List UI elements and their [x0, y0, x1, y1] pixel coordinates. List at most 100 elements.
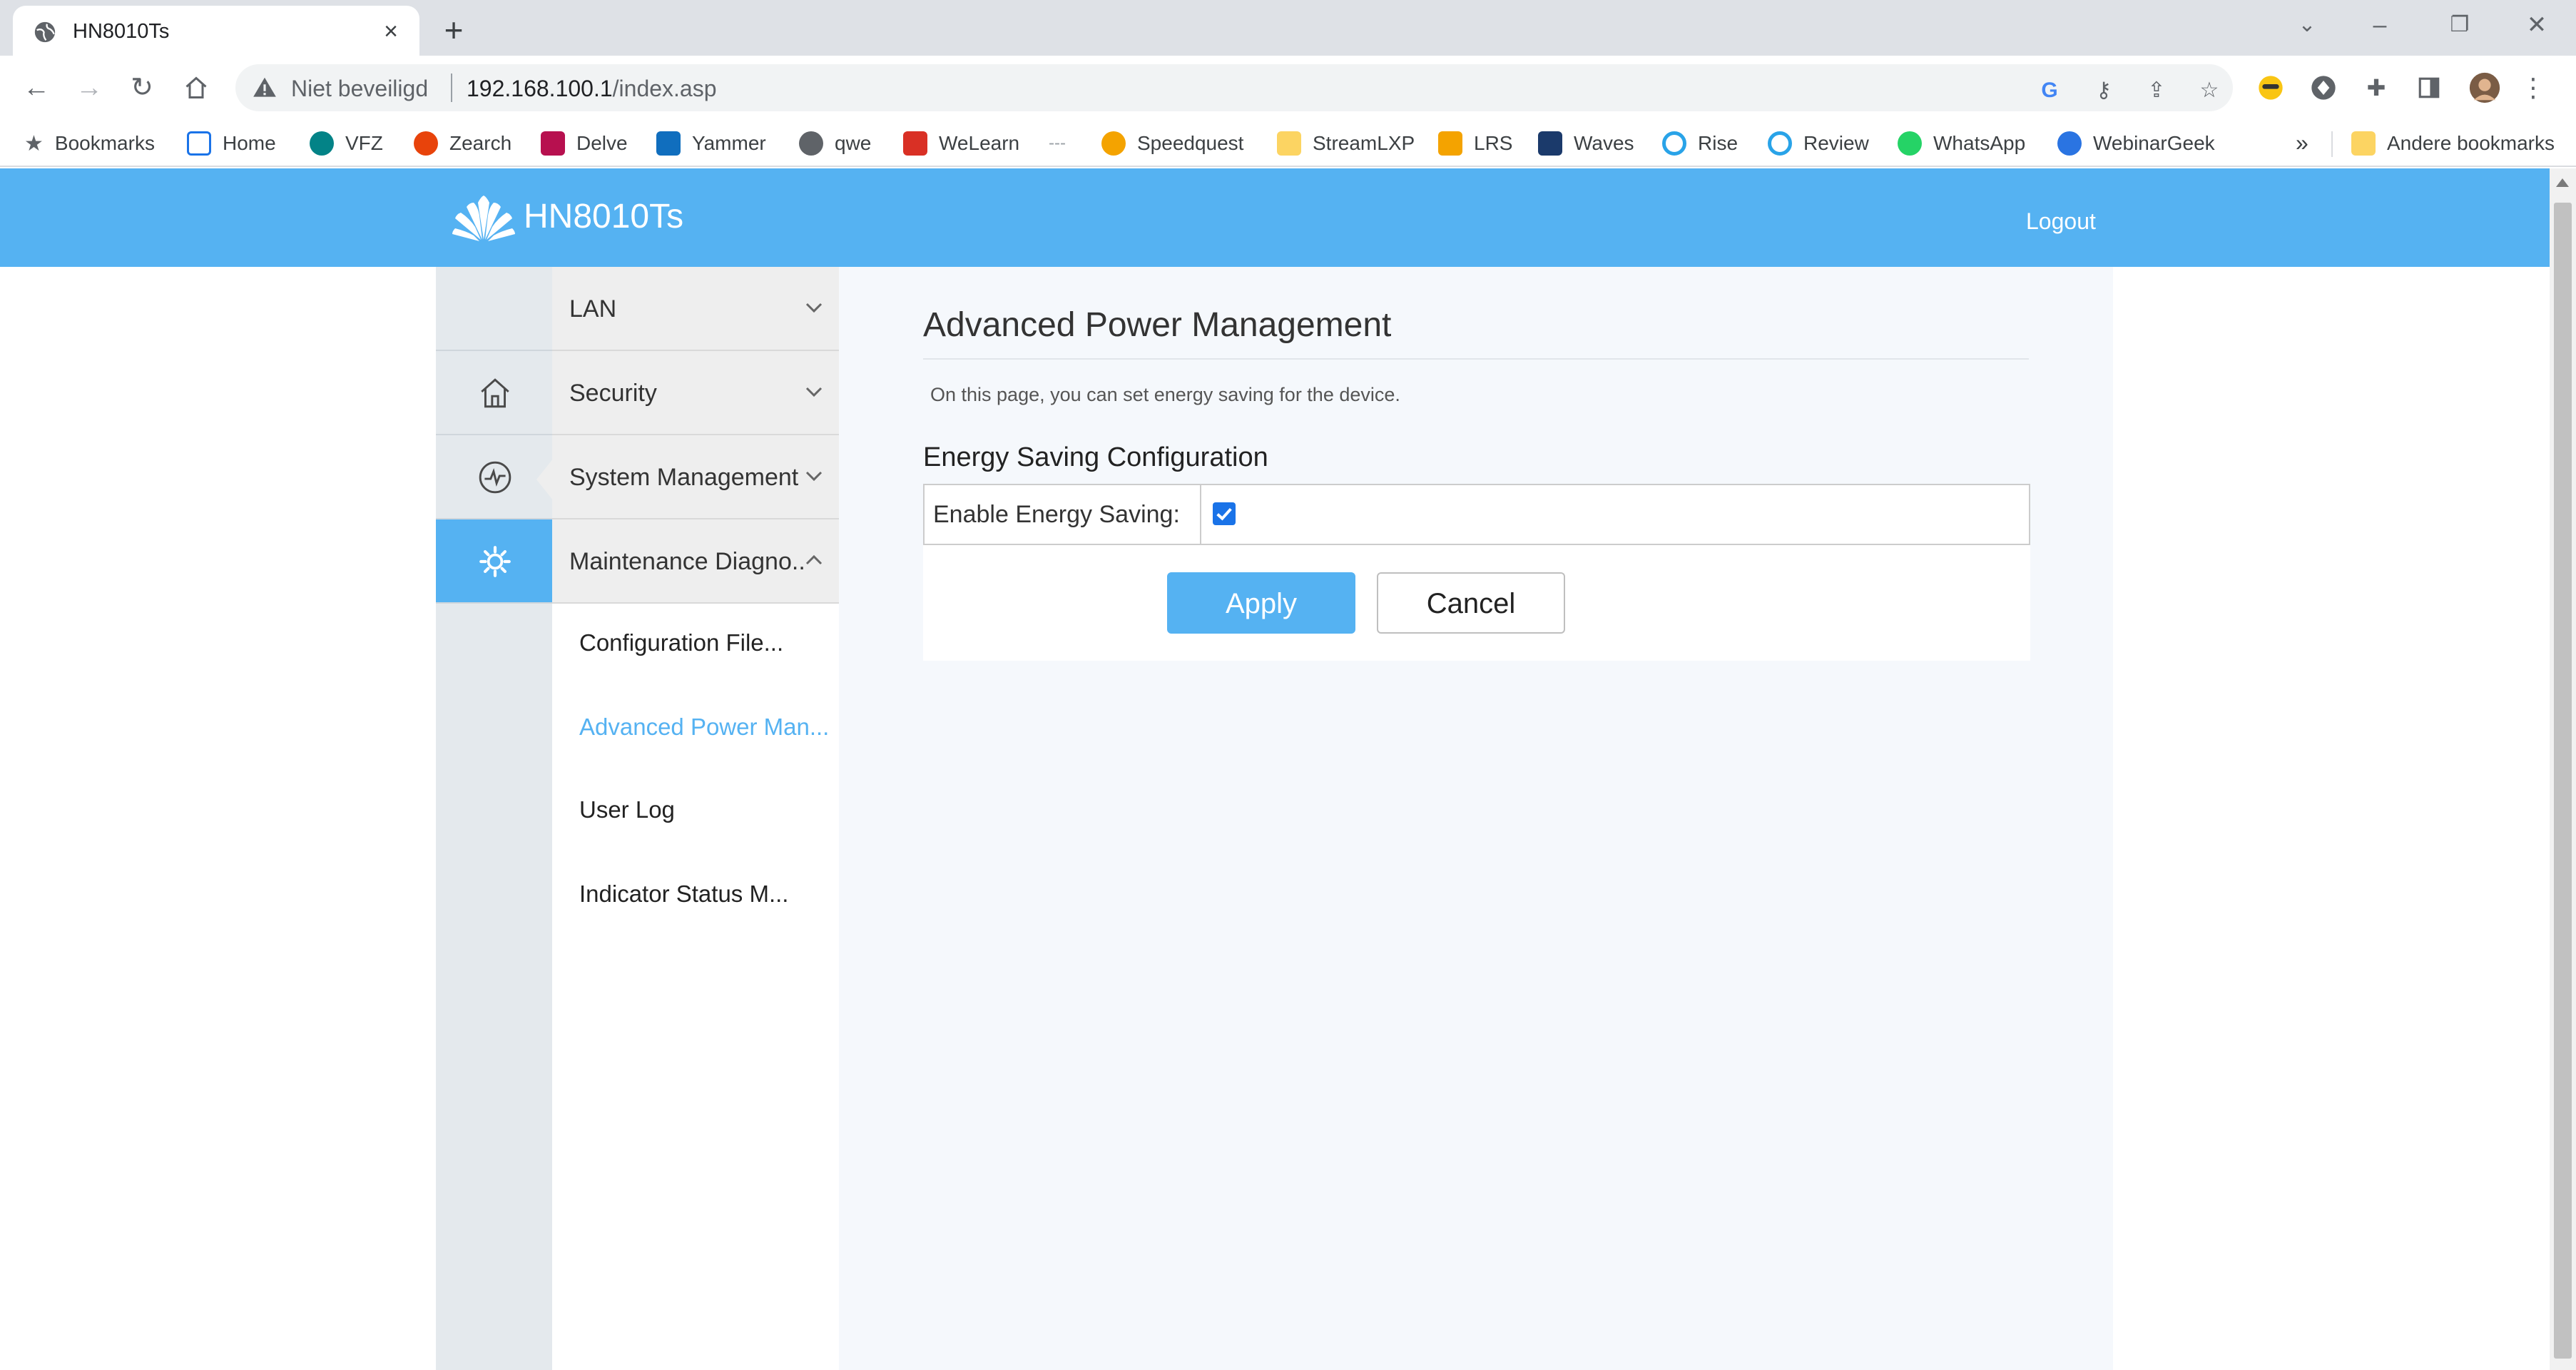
bookmark-label: Yammer	[692, 132, 766, 154]
router-header: HN8010Ts Logout	[0, 168, 2550, 267]
page-title: Advanced Power Management	[923, 306, 1392, 344]
bookmark-zearch[interactable]: Zearch	[414, 127, 511, 160]
scrollbar-thumb[interactable]	[2554, 203, 2572, 1359]
chevron-down-icon	[805, 387, 823, 397]
sharepoint-icon	[310, 131, 334, 156]
google-icon[interactable]: G	[2036, 77, 2063, 104]
huawei-logo-icon	[452, 196, 515, 241]
extension-sunglasses-icon[interactable]	[2254, 71, 2287, 104]
reload-icon[interactable]: ↻	[123, 68, 161, 107]
menu-kebab-icon[interactable]: ⋮	[2517, 71, 2550, 104]
tab-close-icon[interactable]: ×	[377, 17, 405, 46]
forward-arrow-icon[interactable]: →	[70, 68, 108, 107]
bookmark-label: Speedquest	[1137, 132, 1244, 154]
url-text[interactable]: 192.168.100.1/index.asp	[467, 76, 717, 102]
address-bar[interactable]: Niet beveiligd 192.168.100.1/index.asp G…	[235, 64, 2233, 111]
bookmark-lrs[interactable]: LRS	[1438, 127, 1512, 160]
bookmark-welearn[interactable]: WeLearn	[903, 127, 1019, 160]
restore-icon[interactable]: ❐	[2438, 7, 2481, 43]
bookmark-label: WhatsApp	[1933, 132, 2026, 154]
energy-saving-checkbox[interactable]	[1213, 502, 1236, 525]
bookmarks-overflow-icon[interactable]: »	[2296, 130, 2308, 156]
checkmark-icon	[1216, 507, 1232, 521]
side-panel-icon[interactable]	[2413, 71, 2445, 104]
bookmark-rise[interactable]: Rise	[1662, 127, 1738, 160]
bookmark-bookmarks[interactable]: ★ Bookmarks	[24, 127, 155, 160]
submenu-configuration-file[interactable]: Configuration File...	[579, 629, 783, 656]
menu-item-label: LAN	[569, 295, 617, 323]
home-button-icon[interactable]	[177, 68, 215, 107]
bookmark-review[interactable]: Review	[1768, 127, 1869, 160]
menu-item-system-management[interactable]: System Management	[552, 435, 839, 519]
cancel-button[interactable]: Cancel	[1377, 572, 1565, 634]
extensions-puzzle-icon[interactable]: ✚	[2360, 71, 2393, 104]
profile-avatar[interactable]	[2468, 71, 2501, 104]
speedquest-icon	[1101, 131, 1126, 156]
title-divider	[923, 358, 2029, 360]
bookmark-separator-item[interactable]: ---	[1049, 127, 1066, 160]
bookmark-other[interactable]: Andere bookmarks	[2351, 127, 2555, 160]
bookmark-yammer[interactable]: Yammer	[656, 127, 766, 160]
bookmarks-bar: ★ Bookmarks Home VFZ Zearch Delve Yammer …	[0, 120, 2576, 167]
scroll-up-arrow-icon[interactable]	[2556, 178, 2569, 187]
apply-button[interactable]: Apply	[1167, 572, 1355, 634]
delve-icon	[541, 131, 565, 156]
menu-item-lan[interactable]: LAN	[552, 267, 839, 351]
nav-status-button[interactable]	[436, 435, 552, 519]
bookmark-star-icon[interactable]: ☆	[2196, 77, 2223, 104]
security-status-text[interactable]: Niet beveiligd	[291, 76, 428, 102]
energy-saving-row: Enable Energy Saving:	[923, 484, 2030, 545]
bookmark-label: WebinarGeek	[2093, 132, 2215, 154]
menu-item-security[interactable]: Security	[552, 351, 839, 435]
bookmark-home[interactable]: Home	[187, 127, 276, 160]
dash-icon: ---	[1049, 133, 1066, 153]
nav-settings-button[interactable]	[436, 519, 552, 604]
bookmark-label: Home	[223, 132, 276, 154]
minimize-icon[interactable]: –	[2358, 7, 2401, 43]
bookmark-qwe[interactable]: qwe	[799, 127, 871, 160]
bookmark-label: Review	[1803, 132, 1869, 154]
globe-icon	[34, 21, 56, 43]
address-separator	[451, 73, 452, 102]
bookmark-webinargeek[interactable]: WebinarGeek	[2057, 127, 2215, 160]
submenu-advanced-power-management[interactable]: Advanced Power Man...	[579, 714, 829, 741]
active-section-pointer	[536, 458, 554, 501]
home-bookmark-icon	[187, 131, 211, 156]
window-close-icon[interactable]: ✕	[2515, 7, 2558, 43]
nav-home-button[interactable]	[436, 351, 552, 435]
tab-search-chevron-icon[interactable]: ⌄	[2286, 7, 2328, 43]
extension-shield-icon[interactable]	[2307, 71, 2340, 104]
bookmark-label: StreamLXP	[1313, 132, 1415, 154]
brand-name: HN8010Ts	[524, 198, 684, 235]
logout-link[interactable]: Logout	[2026, 208, 2096, 235]
bookmark-streamlxp[interactable]: StreamLXP	[1277, 127, 1415, 160]
nav-menu: LAN Security System Management Maintenan…	[552, 267, 839, 1370]
bookmark-whatsapp[interactable]: WhatsApp	[1898, 127, 2025, 160]
bookmark-waves[interactable]: Waves	[1538, 127, 1634, 160]
password-key-icon[interactable]: ⚷	[2090, 77, 2117, 104]
bookmark-label: LRS	[1474, 132, 1513, 154]
back-arrow-icon[interactable]: ←	[17, 68, 56, 107]
new-tab-icon[interactable]: +	[435, 11, 472, 49]
energy-saving-form: Enable Energy Saving: Apply Cancel	[923, 484, 2030, 661]
menu-item-label: Maintenance Diagno..	[569, 548, 805, 575]
share-icon[interactable]: ⇪	[2143, 77, 2170, 104]
submenu-indicator-status[interactable]: Indicator Status M...	[579, 881, 788, 908]
browser-tab-active[interactable]: HN8010Ts ×	[13, 6, 419, 56]
bookmark-label: Bookmarks	[54, 132, 155, 154]
page-description: On this page, you can set energy saving …	[930, 384, 1400, 405]
nav-icon-bar	[436, 267, 552, 1370]
yammer-icon	[656, 131, 681, 156]
main-content: Advanced Power Management On this page, …	[839, 267, 2113, 1370]
bookmarks-divider	[2331, 131, 2333, 157]
browser-toolbar: ← → ↻ Niet beveiligd 192.168.100.1/index…	[0, 56, 2576, 120]
bookmark-label: Delve	[576, 132, 628, 154]
review-icon	[1768, 131, 1792, 156]
page-scrollbar[interactable]	[2550, 168, 2576, 1370]
submenu-user-log[interactable]: User Log	[579, 796, 675, 823]
bookmark-speedquest[interactable]: Speedquest	[1101, 127, 1243, 160]
bookmark-delve[interactable]: Delve	[541, 127, 628, 160]
section-title: Energy Saving Configuration	[923, 442, 1268, 472]
menu-item-maintenance-diagnosis[interactable]: Maintenance Diagno..	[552, 519, 839, 604]
bookmark-vfz[interactable]: VFZ	[310, 127, 383, 160]
